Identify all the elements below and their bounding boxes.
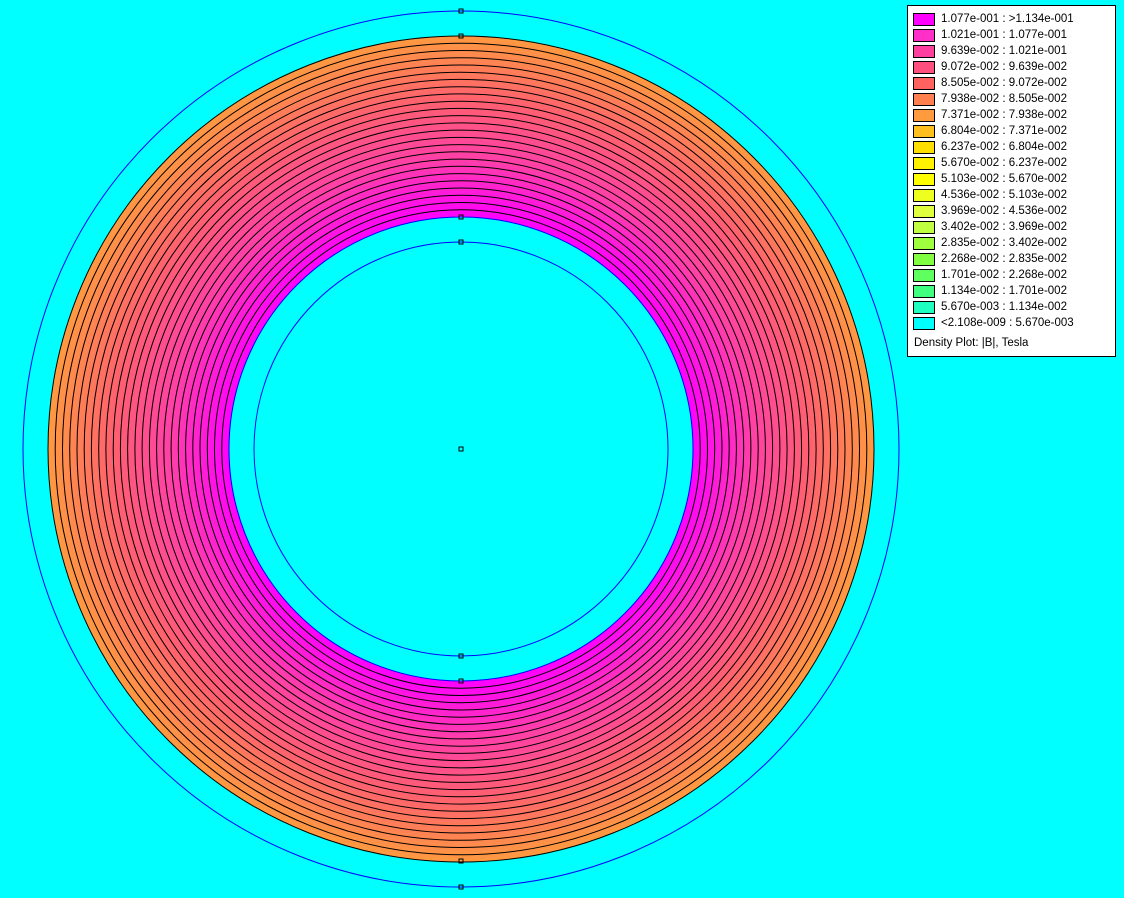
legend-entry: 1.077e-001 : >1.134e-001 — [913, 11, 1074, 27]
legend-color-swatch — [913, 220, 935, 234]
legend-entry: 3.969e-002 : 4.536e-002 — [913, 203, 1067, 219]
legend-entry: 1.701e-002 : 2.268e-002 — [913, 267, 1067, 283]
legend-color-swatch — [913, 76, 935, 90]
legend-color-swatch — [913, 316, 935, 330]
legend-color-swatch — [913, 28, 935, 42]
legend-entry: 5.670e-002 : 6.237e-002 — [913, 155, 1067, 171]
legend-range-label: 5.103e-002 : 5.670e-002 — [941, 173, 1067, 185]
legend-entry: 5.670e-003 : 1.134e-002 — [913, 299, 1067, 315]
legend-color-swatch — [913, 108, 935, 122]
inner-air-gap — [229, 217, 693, 681]
density-legend[interactable]: 1.077e-001 : >1.134e-001 1.021e-001 : 1.0… — [907, 5, 1116, 357]
legend-entry: 8.505e-002 : 9.072e-002 — [913, 75, 1067, 91]
legend-range-label: 9.639e-002 : 1.021e-001 — [941, 45, 1067, 57]
legend-entry: 1.021e-001 : 1.077e-001 — [913, 27, 1067, 43]
legend-range-label: 5.670e-002 : 6.237e-002 — [941, 157, 1067, 169]
legend-range-label: 1.701e-002 : 2.268e-002 — [941, 269, 1067, 281]
legend-entry: 7.371e-002 : 7.938e-002 — [913, 107, 1067, 123]
legend-range-label: 9.072e-002 : 9.639e-002 — [941, 61, 1067, 73]
legend-entry: 4.536e-002 : 5.103e-002 — [913, 187, 1067, 203]
legend-range-label: 2.268e-002 : 2.835e-002 — [941, 253, 1067, 265]
legend-color-swatch — [913, 284, 935, 298]
legend-entry: 5.103e-002 : 5.670e-002 — [913, 171, 1067, 187]
legend-entry: <2.108e-009 : 5.670e-003 — [913, 315, 1074, 331]
legend-entry: 7.938e-002 : 8.505e-002 — [913, 91, 1067, 107]
legend-color-swatch — [913, 252, 935, 266]
legend-color-swatch — [913, 156, 935, 170]
legend-entry: 9.072e-002 : 9.639e-002 — [913, 59, 1067, 75]
legend-entry: 6.804e-002 : 7.371e-002 — [913, 123, 1067, 139]
legend-color-swatch — [913, 124, 935, 138]
legend-color-swatch — [913, 236, 935, 250]
legend-color-swatch — [913, 300, 935, 314]
legend-color-swatch — [913, 60, 935, 74]
legend-entry: 9.639e-002 : 1.021e-001 — [913, 43, 1067, 59]
legend-range-label: <2.108e-009 : 5.670e-003 — [941, 317, 1074, 329]
legend-range-label: 2.835e-002 : 3.402e-002 — [941, 237, 1067, 249]
legend-entry: 2.268e-002 : 2.835e-002 — [913, 251, 1067, 267]
legend-entry: 1.134e-002 : 1.701e-002 — [913, 283, 1067, 299]
legend-color-swatch — [913, 204, 935, 218]
legend-color-swatch — [913, 12, 935, 26]
legend-color-swatch — [913, 188, 935, 202]
legend-color-swatch — [913, 44, 935, 58]
legend-color-swatch — [913, 92, 935, 106]
legend-range-label: 1.077e-001 : >1.134e-001 — [941, 13, 1074, 25]
legend-caption: Density Plot: |B|, Tesla — [914, 337, 1029, 349]
legend-range-label: 7.371e-002 : 7.938e-002 — [941, 109, 1067, 121]
legend-color-swatch — [913, 268, 935, 282]
legend-range-label: 7.938e-002 : 8.505e-002 — [941, 93, 1067, 105]
legend-range-label: 4.536e-002 : 5.103e-002 — [941, 189, 1067, 201]
legend-entry: 3.402e-002 : 3.969e-002 — [913, 219, 1067, 235]
legend-range-label: 8.505e-002 : 9.072e-002 — [941, 77, 1067, 89]
legend-range-label: 1.134e-002 : 1.701e-002 — [941, 285, 1067, 297]
legend-entry: 2.835e-002 : 3.402e-002 — [913, 235, 1067, 251]
legend-range-label: 6.237e-002 : 6.804e-002 — [941, 141, 1067, 153]
legend-range-label: 6.804e-002 : 7.371e-002 — [941, 125, 1067, 137]
legend-range-label: 3.402e-002 : 3.969e-002 — [941, 221, 1067, 233]
legend-range-label: 3.969e-002 : 4.536e-002 — [941, 205, 1067, 217]
legend-range-label: 1.021e-001 : 1.077e-001 — [941, 29, 1067, 41]
legend-range-label: 5.670e-003 : 1.134e-002 — [941, 301, 1067, 313]
legend-entry: 6.237e-002 : 6.804e-002 — [913, 139, 1067, 155]
legend-color-swatch — [913, 140, 935, 154]
legend-color-swatch — [913, 172, 935, 186]
